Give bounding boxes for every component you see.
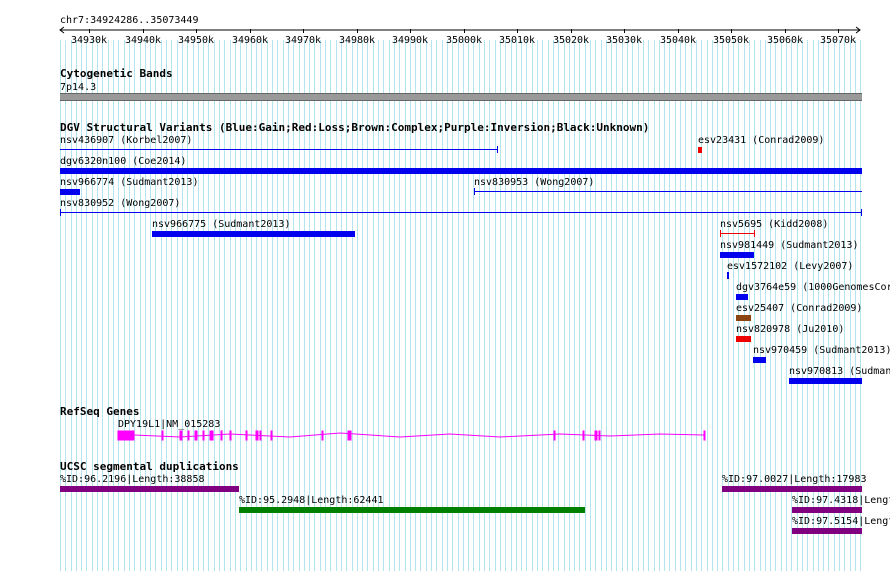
dgv-feature-bar[interactable]: [720, 252, 754, 258]
dgv-feature-bar[interactable]: [736, 336, 751, 342]
segdup-feature-bar[interactable]: [239, 507, 585, 513]
dgv-feature-label: nsv5695 (Kidd2008): [720, 219, 829, 230]
dgv-feature-label: dgv6320n100 (Coe2014): [60, 156, 187, 167]
segdup-feature-bar[interactable]: [60, 486, 239, 492]
dgv-feature-endcap: [497, 146, 498, 153]
ruler-tick-mark: [464, 29, 465, 33]
ruler-tick-mark: [571, 29, 572, 33]
dgv-feature-label: nsv970813 (Sudman: [789, 366, 890, 377]
segdup-feature-label: %ID:96.2196|Length:38858: [60, 474, 205, 485]
ruler-tick-mark: [678, 29, 679, 33]
dgv-feature-label: nsv436907 (Korbel2007): [60, 135, 193, 146]
dgv-feature-endcap: [720, 230, 721, 237]
segdup-feature-label: %ID:95.2948|Length:62441: [239, 495, 384, 506]
dgv-feature-endcap: [754, 230, 755, 237]
ruler-tick-label: 34990k: [391, 35, 429, 46]
ruler-tick-label: 35010k: [498, 35, 536, 46]
dgv-feature-label: nsv966775 (Sudmant2013): [152, 219, 291, 230]
dgv-feature-bar[interactable]: [736, 315, 751, 321]
dgv-feature-label: dgv3764e59 (1000GenomesCor: [736, 282, 890, 293]
ruler-tick-mark: [250, 29, 251, 33]
cytoband-bar[interactable]: [60, 93, 862, 101]
ruler-tick-label: 35060k: [766, 35, 804, 46]
dgv-feature-bar[interactable]: [60, 212, 862, 213]
cytoband-label: 7p14.3: [60, 82, 97, 93]
dgv-feature-bar[interactable]: [736, 294, 748, 300]
ruler-tick-label: 34980k: [338, 35, 376, 46]
ruler-tick-mark: [838, 29, 839, 33]
dgv-feature-label: nsv830952 (Wong2007): [60, 198, 181, 209]
dgv-feature-bar[interactable]: [60, 168, 862, 174]
ruler-tick-label: 34950k: [177, 35, 215, 46]
dgv-feature-bar[interactable]: [789, 378, 862, 384]
dgv-feature-label: nsv966774 (Sudmant2013): [60, 177, 199, 188]
ruler-tick-mark: [143, 29, 144, 33]
ruler-tick-mark: [517, 29, 518, 33]
ruler-tick-mark: [196, 29, 197, 33]
refseq-track-title: RefSeq Genes: [60, 405, 140, 418]
dgv-feature-bar[interactable]: [753, 357, 766, 363]
segdup-feature-bar[interactable]: [792, 507, 862, 513]
dgv-feature-bar[interactable]: [698, 147, 702, 153]
dgv-feature-bar[interactable]: [720, 233, 755, 234]
dgv-feature-endcap: [474, 188, 475, 195]
segdup-feature-label: %ID:97.0027|Length:17983: [722, 474, 867, 485]
ruler-tick-label: 34940k: [124, 35, 162, 46]
segdup-feature-label: %ID:97.4318|Lengt: [792, 495, 890, 506]
segdup-feature-bar[interactable]: [792, 528, 862, 534]
dgv-feature-label: esv23431 (Conrad2009): [698, 135, 825, 146]
ruler-tick-mark: [357, 29, 358, 33]
dgv-feature-label: nsv970459 (Sudmant2013): [753, 345, 890, 356]
dgv-feature-label: nsv981449 (Sudmant2013): [720, 240, 859, 251]
dgv-feature-bar[interactable]: [727, 272, 729, 279]
ruler-tick-label: 34930k: [70, 35, 108, 46]
ruler-tick-mark: [624, 29, 625, 33]
ruler-tick-mark: [303, 29, 304, 33]
dgv-feature-bar[interactable]: [474, 191, 862, 192]
segdup-feature-bar[interactable]: [722, 486, 862, 492]
ruler-tick-label: 35050k: [712, 35, 750, 46]
dgv-feature-label: nsv830953 (Wong2007): [474, 177, 595, 188]
ruler-line: [59, 26, 861, 34]
dgv-feature-label: esv25407 (Conrad2009): [736, 303, 863, 314]
dgv-feature-bar[interactable]: [60, 149, 498, 150]
segdup-track-title: UCSC segmental duplications: [60, 460, 239, 473]
ruler-tick-mark: [785, 29, 786, 33]
ruler-tick-label: 34970k: [284, 35, 322, 46]
dgv-feature-endcap: [861, 209, 862, 216]
ruler-tick-label: 35040k: [659, 35, 697, 46]
gene-model[interactable]: [0, 428, 890, 444]
dgv-feature-label: nsv820978 (Ju2010): [736, 324, 845, 335]
dgv-feature-label: esv1572102 (Levy2007): [727, 261, 854, 272]
segdup-feature-label: %ID:97.5154|Lengt: [792, 516, 890, 527]
ruler-tick-label: 35070k: [819, 35, 857, 46]
dgv-track-title: DGV Structural Variants (Blue:Gain;Red:L…: [60, 121, 650, 134]
dgv-feature-endcap: [60, 209, 61, 216]
ruler-tick-label: 35000k: [445, 35, 483, 46]
ruler-tick-label: 35030k: [605, 35, 643, 46]
cytoband-track-title: Cytogenetic Bands: [60, 67, 173, 80]
ruler-tick-label: 34960k: [231, 35, 269, 46]
ruler-tick-mark: [731, 29, 732, 33]
ruler-tick-mark: [89, 29, 90, 33]
ruler-tick-label: 35020k: [552, 35, 590, 46]
dgv-feature-bar[interactable]: [60, 189, 80, 195]
ruler-tick-mark: [410, 29, 411, 33]
dgv-feature-bar[interactable]: [152, 231, 355, 237]
